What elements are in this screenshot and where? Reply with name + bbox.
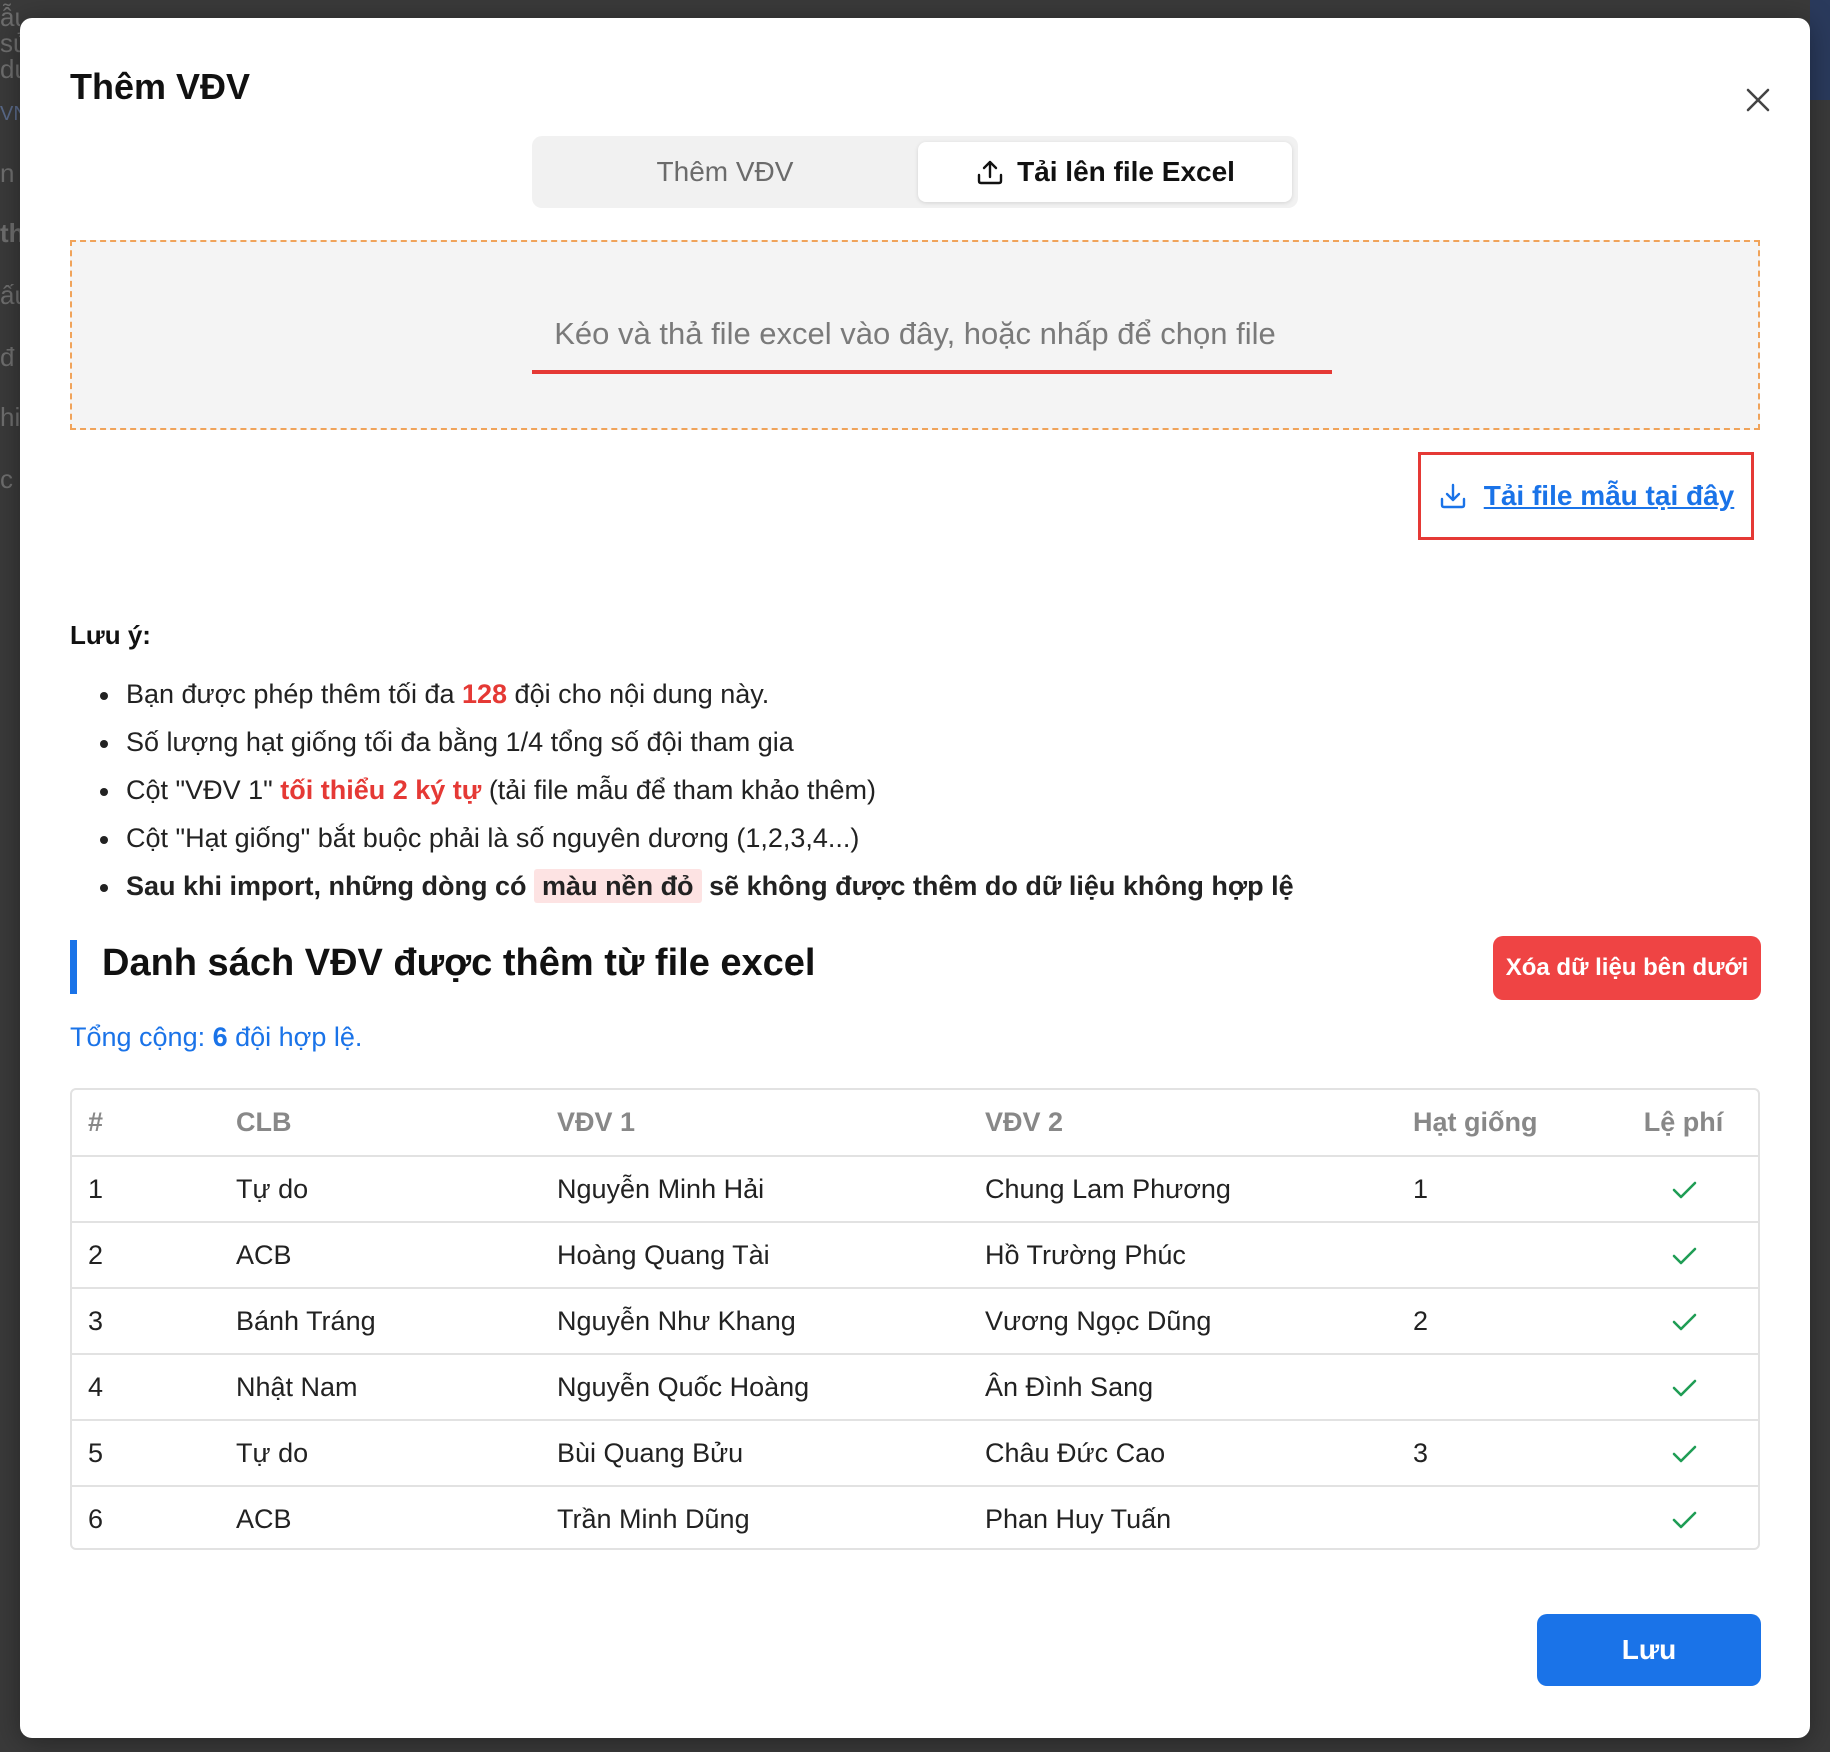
row-athlete-1: Hoàng Quang Tài [541, 1222, 969, 1289]
background-header-fragment [1810, 0, 1830, 100]
download-template-label: Tải file mẫu tại đây [1483, 480, 1735, 511]
table-row: 2 ACB Hoàng Quang Tài Hồ Trường Phúc [72, 1222, 1758, 1289]
row-club: ACB [236, 1504, 292, 1534]
row-athlete-1: Trần Minh Dũng [557, 1504, 750, 1534]
row-athlete-2: Chung Lam Phương [969, 1156, 1397, 1223]
table-row: 3 Bánh Tráng Nguyễn Như Khang Vương Ngọc Dũ… [72, 1288, 1758, 1355]
bg-fragment: n [0, 158, 15, 188]
column-header-fee: Lệ phí [1609, 1090, 1758, 1157]
column-header-athlete-1: VĐV 1 [541, 1090, 969, 1157]
bg-fragment: ấu [0, 280, 20, 310]
row-fee [1609, 1288, 1758, 1355]
background-sidebar-fragments: ẫu sử dụng VN n th ấu đ hi c [0, 0, 20, 1752]
total-valid-teams: Tổng cộng: 6 đội hợp lệ. [70, 1022, 363, 1052]
column-header-athlete-2: VĐV 2 [969, 1090, 1397, 1157]
tab-add-athlete[interactable]: Thêm VĐV [538, 142, 912, 202]
row-club: Tự do [220, 1420, 541, 1487]
check-icon [1672, 1512, 1696, 1529]
row-fee [1609, 1222, 1758, 1289]
row-seed [1397, 1486, 1609, 1548]
save-button[interactable]: Lưu [1537, 1614, 1761, 1686]
bg-fragment: hi [0, 402, 20, 432]
row-index: 3 [72, 1288, 220, 1355]
download-template-link[interactable]: Tải file mẫu tại đây [1418, 452, 1754, 540]
notes-title: Lưu ý: [70, 620, 151, 650]
bg-fragment: c [0, 464, 13, 494]
section-title: Danh sách VĐV được thêm từ file excel [102, 942, 816, 984]
table-header-row: # CLB VĐV 1 VĐV 2 Hạt giống Lệ phí [72, 1090, 1758, 1157]
row-athlete-1: Nguyễn Như Khang [541, 1288, 969, 1355]
row-athlete-1: Nguyễn Quốc Hoàng [541, 1354, 969, 1421]
upload-icon [977, 160, 1003, 185]
row-seed: 3 [1397, 1420, 1609, 1487]
row-athlete-2: Ân Đình Sang [969, 1354, 1397, 1421]
table-row: 4 Nhật Nam Nguyễn Quốc Hoàng Ân Đình Sang [72, 1354, 1758, 1421]
red-background-label: màu nền đỏ [534, 869, 702, 903]
clear-data-button[interactable]: Xóa dữ liệu bên dưới [1493, 936, 1761, 1000]
note-item: Cột "Hạt giống" bắt buộc phải là số nguy… [96, 818, 1294, 866]
file-dropzone[interactable]: Kéo và thả file excel vào đây, hoặc nhấp… [70, 240, 1760, 430]
annotation-underline [532, 370, 1332, 374]
mode-tabs: Thêm VĐV Tải lên file Excel [532, 136, 1298, 208]
tab-upload-excel[interactable]: Tải lên file Excel [918, 142, 1292, 202]
table-row: 1 Tự do Nguyễn Minh Hải Chung Lam Phương 1 [72, 1156, 1758, 1223]
notes-list: Bạn được phép thêm tối đa 128 đội cho nộ… [96, 674, 1294, 914]
column-header-club: CLB [220, 1090, 541, 1157]
bg-fragment: th [0, 218, 20, 248]
note-item: Bạn được phép thêm tối đa 128 đội cho nộ… [96, 674, 1294, 722]
row-athlete-2: Hồ Trường Phúc [969, 1222, 1397, 1289]
row-fee [1609, 1354, 1758, 1421]
section-accent-bar [70, 940, 77, 994]
row-index: 4 [72, 1354, 220, 1421]
athletes-table: # CLB VĐV 1 VĐV 2 Hạt giống Lệ phí 1 Tự d… [70, 1088, 1760, 1550]
row-index: 1 [72, 1156, 220, 1223]
column-header-index: # [72, 1090, 220, 1157]
check-icon [1672, 1247, 1696, 1265]
check-icon [1672, 1445, 1696, 1463]
row-index: 5 [72, 1420, 220, 1487]
row-fee [1609, 1420, 1758, 1487]
row-index: 6 [88, 1504, 104, 1534]
row-athlete-2: Phan Huy Tuấn [985, 1504, 1172, 1534]
row-club: Tự do [220, 1156, 541, 1223]
note-item: Số lượng hạt giống tối đa bằng 1/4 tổng … [96, 722, 1294, 770]
row-fee [1609, 1486, 1758, 1548]
row-seed [1397, 1354, 1609, 1421]
row-club: Nhật Nam [220, 1354, 541, 1421]
download-icon [1440, 483, 1465, 509]
bg-fragment: VN [0, 103, 20, 125]
column-header-seed: Hạt giống [1397, 1090, 1609, 1157]
row-index: 2 [72, 1222, 220, 1289]
row-fee [1609, 1156, 1758, 1223]
check-icon [1672, 1181, 1696, 1199]
modal-title: Thêm VĐV [70, 66, 251, 107]
row-club: ACB [220, 1222, 541, 1289]
row-athlete-2: Vương Ngọc Dũng [969, 1288, 1397, 1355]
row-athlete-2: Châu Đức Cao [969, 1420, 1397, 1487]
add-athlete-modal: Thêm VĐV Thêm VĐV Tải lên file Excel Kéo… [20, 18, 1810, 1738]
tab-label: Thêm VĐV [656, 156, 794, 187]
check-icon [1672, 1379, 1696, 1397]
tab-label: Tải lên file Excel [1017, 156, 1235, 187]
row-athlete-1: Nguyễn Minh Hải [541, 1156, 969, 1223]
close-icon[interactable] [1740, 82, 1776, 118]
total-count: 6 [212, 1022, 228, 1052]
row-club: Bánh Tráng [220, 1288, 541, 1355]
row-seed: 2 [1397, 1288, 1609, 1355]
table-row: 5 Tự do Bùi Quang Bửu Châu Đức Cao 3 [72, 1420, 1758, 1487]
note-item: Sau khi import, những dòng có màu nền đỏ… [96, 866, 1294, 914]
bg-fragment: đ [0, 342, 15, 372]
table-row: 6 ACB Trần Minh Dũng Phan Huy Tuấn [72, 1486, 1758, 1548]
min-length-text: tối thiểu 2 ký tự [280, 775, 482, 805]
max-teams-value: 128 [461, 679, 508, 709]
dropzone-text: Kéo và thả file excel vào đây, hoặc nhấp… [554, 316, 1276, 351]
row-athlete-1: Bùi Quang Bửu [541, 1420, 969, 1487]
row-seed: 1 [1397, 1156, 1609, 1223]
row-seed [1397, 1222, 1609, 1289]
note-item: Cột "VĐV 1" tối thiểu 2 ký tự (tải file … [96, 770, 1294, 818]
check-icon [1672, 1313, 1696, 1331]
bg-fragment: ẫu sử dụng [0, 2, 20, 84]
